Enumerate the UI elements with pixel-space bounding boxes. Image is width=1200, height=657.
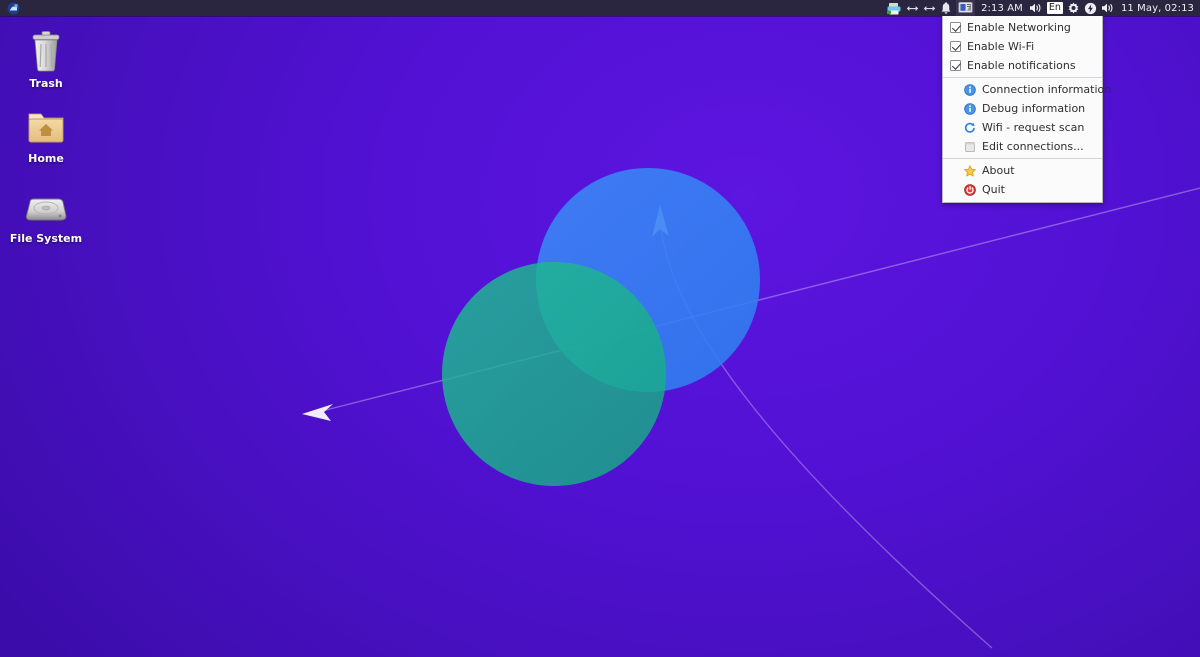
desktop-screen: Trash Home File System 2:13 AM En 11 May… — [0, 0, 1200, 657]
desktop-icon-label: File System — [9, 232, 83, 245]
menu-item-label: Debug information — [982, 102, 1086, 115]
trash-icon — [3, 25, 89, 73]
desktop-icon-filesystem[interactable]: File System — [3, 180, 89, 245]
panel-left-section — [0, 0, 24, 16]
menu-item-label: Edit connections... — [982, 140, 1084, 153]
bell-icon[interactable] — [940, 0, 952, 16]
power-bolt-icon[interactable] — [1084, 0, 1097, 16]
arrows-horizontal-icon[interactable] — [906, 0, 919, 16]
panel-clock-small[interactable]: 2:13 AM — [979, 3, 1025, 14]
menu-item-label: Wifi - request scan — [982, 121, 1085, 134]
desktop-icon-label: Home — [28, 152, 64, 165]
menu-item-quit[interactable]: Quit — [943, 180, 1102, 199]
menu-item-label: About — [982, 164, 1015, 177]
speaker-icon[interactable] — [1029, 0, 1043, 16]
desktop-icon-trash[interactable]: Trash — [3, 25, 89, 90]
network-manager-menu: Enable Networking Enable Wi-Fi Enable no… — [942, 16, 1111, 203]
desktop-icon-label: Trash — [29, 77, 63, 90]
menu-separator — [943, 158, 1102, 159]
power-icon — [963, 183, 977, 197]
printer-icon[interactable] — [886, 0, 902, 16]
menu-item-debug-information[interactable]: Debug information — [943, 99, 1102, 118]
gear-icon[interactable] — [1067, 0, 1080, 16]
menu-item-enable-wifi[interactable]: Enable Wi-Fi — [943, 37, 1102, 56]
keyboard-layout-indicator[interactable]: En — [1046, 2, 1063, 14]
menu-item-label: Enable Networking — [967, 21, 1071, 34]
info-icon — [963, 83, 977, 97]
network-manager-icon — [958, 0, 973, 18]
menu-item-label: Connection information — [982, 83, 1112, 96]
menu-separator — [943, 77, 1102, 78]
checkbox-checked-icon[interactable] — [950, 41, 961, 52]
network-manager-tray-button[interactable] — [956, 0, 976, 18]
system-tray: 2:13 AM En 11 May, 02:13 — [886, 0, 1200, 16]
checkbox-checked-icon[interactable] — [950, 22, 961, 33]
wallpaper-circle-green — [442, 262, 666, 486]
arrows-horizontal-icon[interactable] — [923, 0, 936, 16]
star-icon — [963, 164, 977, 178]
applications-menu-icon[interactable] — [2, 0, 24, 16]
menu-item-enable-networking[interactable]: Enable Networking — [943, 18, 1102, 37]
harddisk-icon — [3, 180, 89, 228]
refresh-icon — [963, 121, 977, 135]
checkbox-checked-icon[interactable] — [950, 60, 961, 71]
menu-item-label: Quit — [982, 183, 1005, 196]
menu-item-label: Enable Wi-Fi — [967, 40, 1035, 53]
desktop-icon-home[interactable]: Home — [3, 100, 89, 165]
menu-item-label: Enable notifications — [967, 59, 1076, 72]
menu-item-edit-connections[interactable]: Edit connections... — [943, 137, 1102, 156]
panel-clock[interactable]: 11 May, 02:13 — [1119, 3, 1196, 14]
menu-item-wifi-request-scan[interactable]: Wifi - request scan — [943, 118, 1102, 137]
info-icon — [963, 102, 977, 116]
speaker-icon[interactable] — [1101, 0, 1115, 16]
menu-item-enable-notifications[interactable]: Enable notifications — [943, 56, 1102, 75]
window-icon — [963, 140, 977, 154]
top-panel: 2:13 AM En 11 May, 02:13 — [0, 0, 1200, 16]
home-folder-icon — [3, 100, 89, 148]
menu-item-about[interactable]: About — [943, 161, 1102, 180]
menu-item-connection-information[interactable]: Connection information — [943, 80, 1111, 99]
